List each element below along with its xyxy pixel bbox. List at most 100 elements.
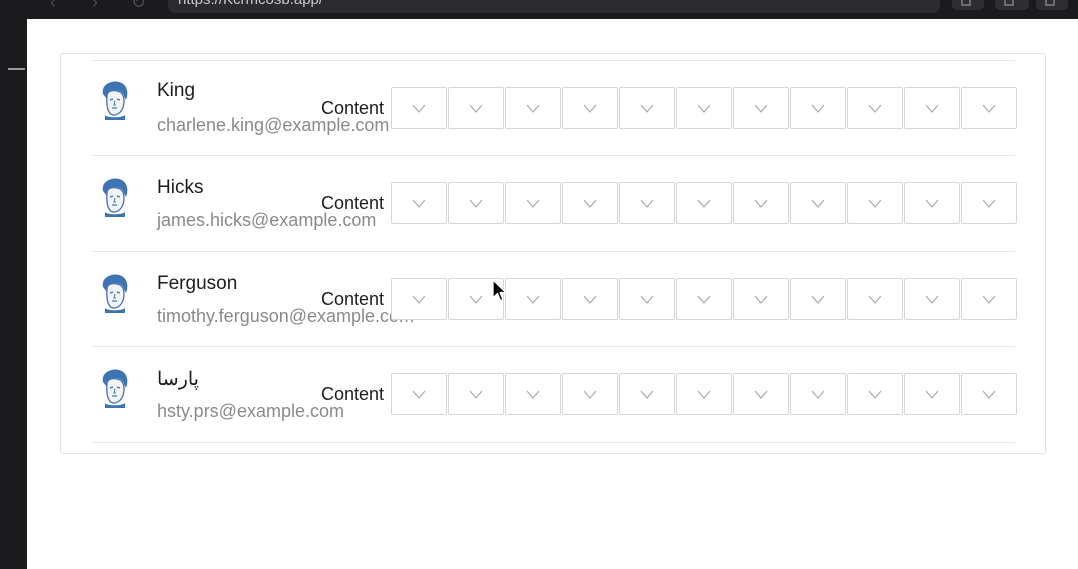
chevron-down-icon bbox=[412, 295, 426, 304]
chevron-down-icon bbox=[526, 295, 540, 304]
avatar bbox=[97, 177, 131, 217]
dropdown-select[interactable] bbox=[904, 182, 960, 224]
chevron-down-icon bbox=[811, 390, 825, 399]
chevron-down-icon bbox=[754, 390, 768, 399]
dropdown-select[interactable] bbox=[619, 87, 675, 129]
dropdown-select[interactable] bbox=[505, 373, 561, 415]
chevron-down-icon bbox=[868, 390, 882, 399]
user-name: Ferguson bbox=[157, 273, 238, 294]
dropdown-select[interactable] bbox=[847, 373, 903, 415]
dropdown-select[interactable] bbox=[562, 182, 618, 224]
chevron-down-icon bbox=[526, 390, 540, 399]
users-card: King charlene.king@example.com Content H… bbox=[60, 53, 1046, 454]
chevron-down-icon bbox=[583, 390, 597, 399]
dropdown-select[interactable] bbox=[505, 87, 561, 129]
dropdown-select[interactable] bbox=[790, 278, 846, 320]
dropdown-select[interactable] bbox=[448, 373, 504, 415]
dropdown-select[interactable] bbox=[619, 278, 675, 320]
chevron-down-icon bbox=[526, 104, 540, 113]
dropdown-select[interactable] bbox=[733, 373, 789, 415]
extension-icon bbox=[961, 0, 971, 6]
chevron-down-icon bbox=[583, 295, 597, 304]
dropdown-group bbox=[391, 182, 1017, 224]
dropdown-select[interactable] bbox=[391, 87, 447, 129]
dropdown-group bbox=[391, 373, 1017, 415]
avatar bbox=[97, 80, 131, 120]
chevron-down-icon bbox=[754, 199, 768, 208]
dropdown-select[interactable] bbox=[391, 278, 447, 320]
dropdown-select[interactable] bbox=[961, 373, 1017, 415]
avatar bbox=[97, 273, 131, 313]
content-label: Content bbox=[321, 193, 385, 213]
chevron-down-icon bbox=[697, 390, 711, 399]
dropdown-select[interactable] bbox=[505, 182, 561, 224]
chevron-down-icon bbox=[526, 199, 540, 208]
forward-icon[interactable]: › bbox=[92, 0, 98, 11]
dropdown-group bbox=[391, 278, 1017, 320]
dropdown-select[interactable] bbox=[391, 373, 447, 415]
dropdown-select[interactable] bbox=[904, 87, 960, 129]
dropdown-select[interactable] bbox=[847, 278, 903, 320]
dropdown-select[interactable] bbox=[790, 373, 846, 415]
dropdown-select[interactable] bbox=[391, 182, 447, 224]
dropdown-select[interactable] bbox=[790, 87, 846, 129]
tabs-icon bbox=[1045, 0, 1055, 6]
dropdown-group bbox=[391, 87, 1017, 129]
chevron-down-icon bbox=[868, 199, 882, 208]
chevron-down-icon bbox=[811, 104, 825, 113]
dropdown-select[interactable] bbox=[733, 182, 789, 224]
tabs-button[interactable] bbox=[1036, 0, 1068, 10]
user-name: King bbox=[157, 80, 196, 101]
content-label: Content bbox=[321, 289, 385, 309]
extension-button[interactable] bbox=[952, 0, 984, 10]
dropdown-select[interactable] bbox=[676, 278, 732, 320]
content-label: Content bbox=[321, 98, 385, 118]
sidebar-button[interactable] bbox=[995, 0, 1029, 10]
chevron-down-icon bbox=[469, 295, 483, 304]
dropdown-select[interactable] bbox=[676, 373, 732, 415]
address-bar[interactable]: https://Kcrmcosb.app/ bbox=[168, 0, 940, 13]
user-row: Hicks james.hicks@example.com Content bbox=[61, 155, 1045, 250]
dropdown-select[interactable] bbox=[562, 87, 618, 129]
dropdown-select[interactable] bbox=[790, 182, 846, 224]
dropdown-select[interactable] bbox=[505, 278, 561, 320]
user-row: King charlene.king@example.com Content bbox=[61, 60, 1045, 155]
dropdown-select[interactable] bbox=[448, 182, 504, 224]
content-label: Content bbox=[321, 384, 385, 404]
dropdown-select[interactable] bbox=[619, 182, 675, 224]
user-email: hsty.prs@example.com bbox=[157, 401, 344, 421]
dropdown-select[interactable] bbox=[904, 278, 960, 320]
dropdown-select[interactable] bbox=[619, 373, 675, 415]
dropdown-select[interactable] bbox=[562, 373, 618, 415]
chevron-down-icon bbox=[583, 199, 597, 208]
dropdown-select[interactable] bbox=[961, 87, 1017, 129]
dropdown-select[interactable] bbox=[847, 182, 903, 224]
user-row: Ferguson timothy.ferguson@example.com Co… bbox=[61, 251, 1045, 346]
reload-icon[interactable]: ↻ bbox=[131, 0, 146, 11]
chevron-down-icon bbox=[469, 104, 483, 113]
back-icon[interactable]: ‹ bbox=[50, 0, 56, 11]
dropdown-select[interactable] bbox=[733, 278, 789, 320]
dropdown-select[interactable] bbox=[904, 373, 960, 415]
chevron-down-icon bbox=[925, 199, 939, 208]
chevron-down-icon bbox=[811, 199, 825, 208]
chevron-down-icon bbox=[925, 295, 939, 304]
mouse-cursor-icon bbox=[492, 279, 507, 302]
sidebar-icon bbox=[1004, 0, 1014, 6]
chevron-down-icon bbox=[412, 390, 426, 399]
dropdown-select[interactable] bbox=[847, 87, 903, 129]
dropdown-select[interactable] bbox=[961, 182, 1017, 224]
dropdown-select[interactable] bbox=[961, 278, 1017, 320]
dropdown-select[interactable] bbox=[676, 87, 732, 129]
address-text: https://Kcrmcosb.app/ bbox=[178, 0, 323, 8]
dropdown-select[interactable] bbox=[733, 87, 789, 129]
chevron-down-icon bbox=[469, 390, 483, 399]
dropdown-select[interactable] bbox=[448, 87, 504, 129]
chevron-down-icon bbox=[925, 390, 939, 399]
chevron-down-icon bbox=[412, 104, 426, 113]
dropdown-select[interactable] bbox=[676, 182, 732, 224]
divider bbox=[92, 442, 1015, 443]
chevron-down-icon bbox=[412, 199, 426, 208]
dropdown-select[interactable] bbox=[562, 278, 618, 320]
chevron-down-icon bbox=[868, 104, 882, 113]
